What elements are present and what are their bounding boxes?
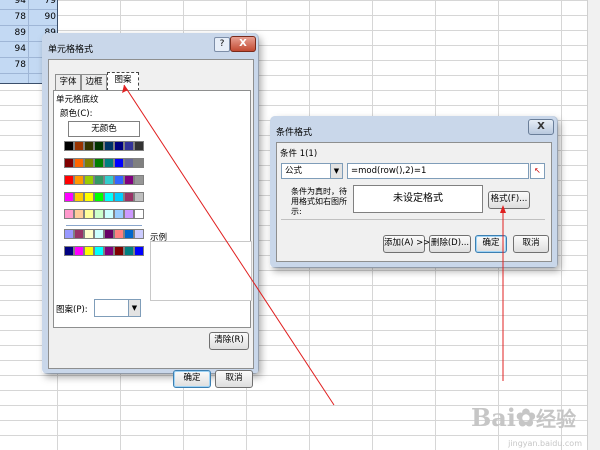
paw-icon: ✿ <box>515 403 536 432</box>
watermark-url: jingyan.baidu.com <box>508 439 582 448</box>
arrowhead-icon <box>500 205 506 213</box>
watermark-text: 经验 <box>536 407 576 431</box>
watermark-logo: Bai <box>470 403 516 432</box>
annotation-arrow-line <box>123 84 335 406</box>
annotation-arrows <box>122 84 506 406</box>
baidu-watermark: Bai✿经验 <box>471 403 576 432</box>
